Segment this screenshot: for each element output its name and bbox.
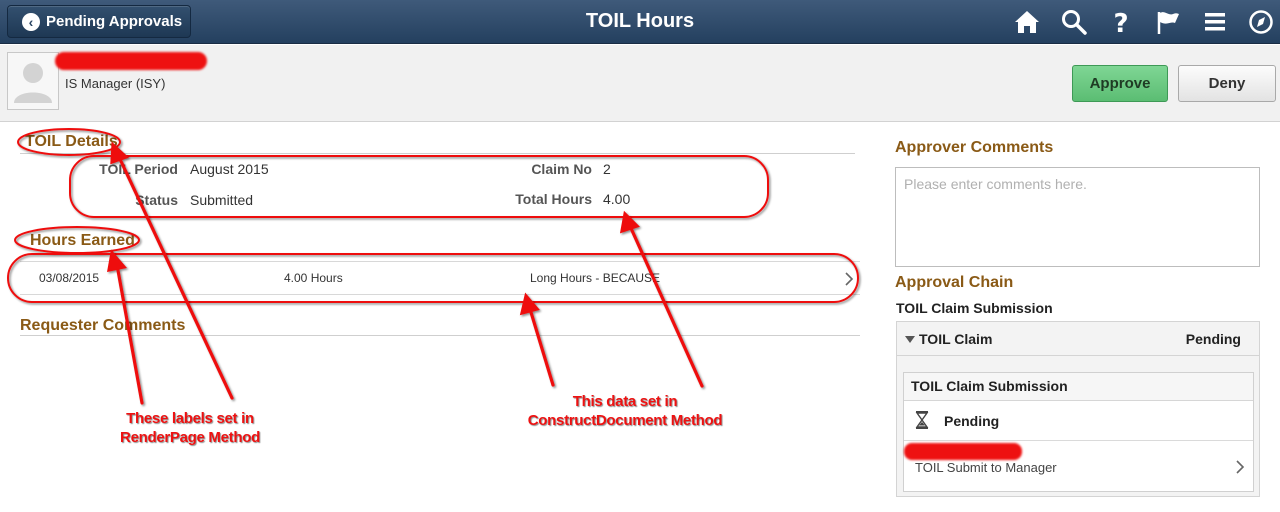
approval-group-toggle[interactable]: TOIL Claim Pending bbox=[897, 322, 1259, 356]
home-icon[interactable] bbox=[1011, 6, 1043, 38]
redacted-approver-marker bbox=[904, 443, 1022, 460]
search-icon[interactable] bbox=[1058, 6, 1090, 38]
approval-chain-heading: Approval Chain bbox=[895, 274, 1014, 291]
back-button-pending-approvals[interactable]: ‹ Pending Approvals bbox=[7, 5, 191, 38]
approval-step-title: TOIL Claim Submission bbox=[904, 373, 1253, 401]
back-button-label: Pending Approvals bbox=[46, 13, 183, 30]
divider bbox=[20, 335, 860, 336]
help-icon[interactable]: ? bbox=[1105, 6, 1137, 38]
approval-step-status: Pending bbox=[944, 413, 1000, 429]
approval-step-card: TOIL Claim Submission Pending TOIL Submi… bbox=[903, 372, 1254, 492]
navbar-icon[interactable] bbox=[1245, 6, 1277, 38]
annotation-note-labels: These labels set in RenderPage Method bbox=[120, 410, 260, 446]
claim-no-label: Claim No bbox=[531, 161, 592, 177]
claim-no-value: 2 bbox=[603, 161, 611, 177]
hourglass-icon bbox=[915, 411, 929, 429]
earned-reason: Long Hours - BECAUSE bbox=[530, 271, 661, 285]
requester-comments-heading: Requester Comments bbox=[20, 317, 186, 334]
status-label: Status bbox=[135, 192, 178, 208]
chevron-left-icon: ‹ bbox=[22, 12, 40, 31]
toil-period-label: TOIL Period bbox=[99, 161, 178, 177]
approver-bar: IS Manager (ISY) Approve Deny bbox=[0, 45, 1280, 122]
caret-down-icon bbox=[905, 336, 915, 343]
redacted-name-marker bbox=[55, 52, 207, 70]
total-hours-value: 4.00 bbox=[603, 191, 631, 207]
toil-details-heading: TOIL Details bbox=[25, 133, 118, 150]
approval-chain-subheading: TOIL Claim Submission bbox=[896, 300, 1053, 316]
annotation-note-data: This data set in ConstructDocument Metho… bbox=[527, 393, 723, 429]
avatar bbox=[7, 52, 59, 110]
toil-period-value: August 2015 bbox=[190, 161, 269, 177]
earned-hours: 4.00 Hours bbox=[284, 271, 343, 285]
approval-chain-box: TOIL Claim Pending TOIL Claim Submission… bbox=[896, 321, 1260, 497]
annotation-arrow-row-data bbox=[528, 307, 555, 387]
chevron-right-icon bbox=[845, 272, 854, 286]
approver-comments-input[interactable] bbox=[895, 167, 1260, 267]
hours-earned-row[interactable]: 03/08/2015 4.00 Hours Long Hours - BECAU… bbox=[20, 261, 860, 295]
status-value: Submitted bbox=[190, 192, 254, 208]
flag-icon[interactable] bbox=[1152, 6, 1184, 38]
approver-comments-heading: Approver Comments bbox=[895, 139, 1054, 156]
deny-button[interactable]: Deny bbox=[1178, 65, 1276, 102]
menu-icon[interactable] bbox=[1199, 6, 1231, 38]
hours-earned-heading: Hours Earned bbox=[30, 232, 135, 249]
header-bar: ‹ Pending Approvals TOIL Hours ? bbox=[0, 0, 1280, 44]
earned-date: 03/08/2015 bbox=[39, 271, 100, 285]
svg-text:?: ? bbox=[1113, 9, 1128, 36]
approver-role: IS Manager (ISY) bbox=[65, 76, 166, 91]
approval-step-approver: TOIL Submit to Manager bbox=[915, 460, 1057, 475]
approval-group-title: TOIL Claim bbox=[919, 331, 993, 347]
total-hours-label: Total Hours bbox=[515, 191, 592, 207]
divider bbox=[20, 153, 855, 154]
chevron-right-icon bbox=[1236, 460, 1245, 474]
approve-button[interactable]: Approve bbox=[1072, 65, 1168, 102]
annotation-arrow-details-data bbox=[628, 224, 704, 388]
approval-group-status: Pending bbox=[1185, 331, 1241, 347]
